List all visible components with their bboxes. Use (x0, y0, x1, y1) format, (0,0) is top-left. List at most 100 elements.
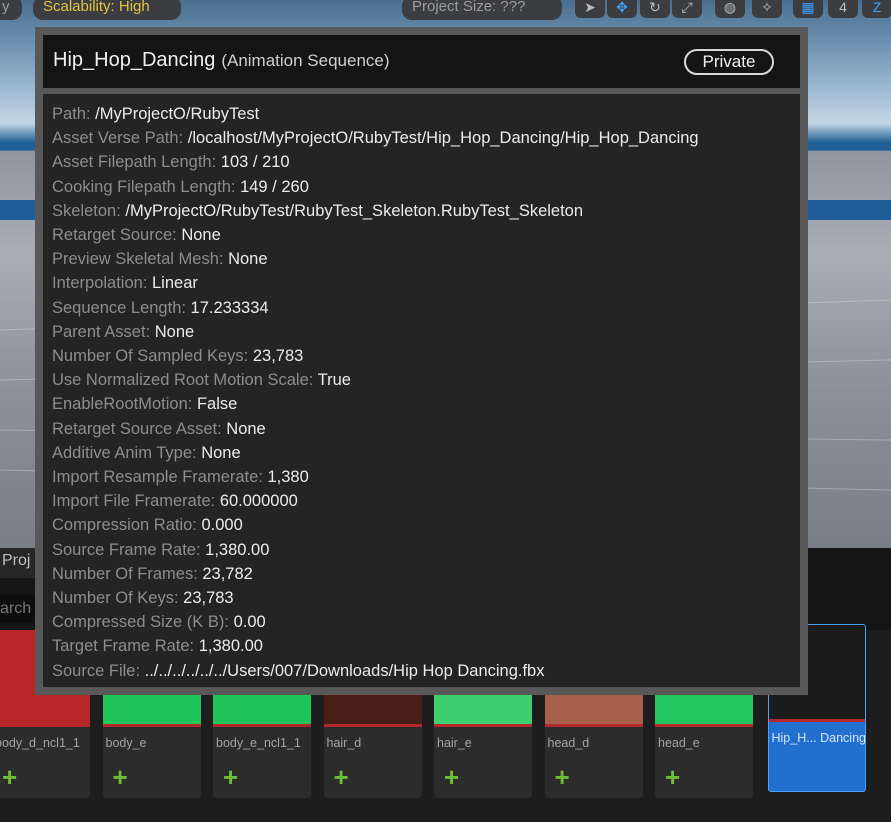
property-label: Source Frame Rate: (52, 540, 201, 559)
property-value: 1,380.00 (205, 540, 270, 559)
toolbar-stub-left[interactable]: y (0, 0, 22, 20)
rotate-mode-icon[interactable]: ↻ (640, 0, 670, 18)
property-value: None (154, 322, 195, 341)
scale-mode-icon[interactable]: ⤢ (672, 0, 702, 18)
asset-name: Hip_Hop_Dancing (53, 49, 216, 71)
add-asset-icon[interactable]: + (113, 764, 128, 790)
asset-name-label: body_e (105, 736, 147, 750)
property-value: 0.000 (201, 516, 243, 535)
asset-type-stripe (544, 724, 643, 727)
property-row: Path: /MyProjectO/RubyTest (52, 103, 259, 125)
property-label: Import File Framerate: (52, 492, 216, 511)
property-row: Asset Verse Path: /localhost/MyProjectO/… (52, 127, 699, 149)
property-label: EnableRootMotion: (52, 395, 193, 414)
property-label: Number Of Sampled Keys: (52, 347, 249, 365)
project-size-button[interactable]: Project Size: ??? (402, 0, 562, 20)
asset-type-stripe (434, 724, 532, 727)
add-asset-icon[interactable]: + (555, 764, 570, 790)
property-label: Retarget Source: (52, 226, 177, 244)
property-row: Preview Skeletal Mesh: None (52, 248, 268, 270)
asset-name-label: Hip_H... Dancing (771, 731, 866, 745)
asset-name-label: hair_d (326, 736, 362, 750)
property-row: Use Normalized Root Motion Scale: True (52, 369, 351, 391)
asset-name-label: hair_e (437, 736, 472, 750)
property-row: Asset Filepath Length: 103 / 210 (52, 151, 290, 173)
world-space-icon[interactable]: ◍ (715, 0, 745, 18)
select-mode-icon[interactable]: ➤ (575, 0, 605, 18)
asset-type-stripe (0, 724, 90, 727)
property-row: Skeleton: /MyProjectO/RubyTest/RubyTest_… (52, 200, 583, 222)
add-asset-icon[interactable]: + (2, 764, 17, 790)
property-label: Asset Filepath Length: (52, 153, 217, 172)
add-asset-icon[interactable]: + (665, 764, 680, 790)
property-row: Compressed Size (K B): 0.00 (52, 611, 266, 633)
toolbar-stub-right[interactable]: Z (862, 0, 891, 18)
property-value: 23,783 (183, 589, 234, 607)
property-row: Additive Anim Type: None (52, 442, 241, 464)
property-label: Number Of Frames: (52, 564, 198, 583)
scalability-button[interactable]: Scalability: High (33, 0, 181, 20)
property-value: 60.000000 (219, 492, 298, 511)
grid-size-value[interactable]: 4 (828, 0, 858, 18)
asset-type-stripe (323, 724, 422, 727)
property-label: Asset Verse Path: (52, 129, 184, 148)
property-value: 149 / 260 (240, 177, 309, 196)
add-asset-icon[interactable]: + (444, 764, 459, 790)
property-label: Additive Anim Type: (52, 443, 197, 462)
property-label: Target Frame Rate: (52, 637, 195, 656)
tooltip-properties: Path: /MyProjectO/RubyTest Asset Verse Pa… (43, 94, 800, 687)
property-label: Skeleton: (52, 201, 121, 220)
grid-snap-icon[interactable]: ▦ (793, 0, 823, 18)
asset-name-label: body_d_ncl1_1 (0, 736, 80, 750)
property-value: 1,380 (267, 468, 309, 486)
property-value: ../../../../../../Users/007/Downloads/Hi… (144, 661, 545, 680)
property-row: Source File: ../../../../../../Users/007… (52, 660, 544, 682)
property-label: Preview Skeletal Mesh: (52, 250, 224, 269)
property-value: None (226, 419, 266, 438)
property-label: Number Of Keys: (52, 589, 179, 607)
asset-name-label: body_e_ncl1_1 (216, 736, 301, 750)
property-label: Sequence Length: (52, 298, 186, 317)
property-label: Compression Ratio: (52, 516, 197, 535)
property-row: Target Frame Rate: 1,380.00 (52, 635, 263, 657)
asset-type-stripe (213, 724, 311, 727)
asset-name-label: head_e (658, 736, 700, 750)
property-row: Interpolation: Linear (52, 272, 198, 294)
asset-type-stripe (768, 719, 865, 722)
property-label: Use Normalized Root Motion Scale: (52, 371, 314, 390)
asset-type: (Animation Sequence) (221, 51, 390, 70)
search-input[interactable]: arch (0, 595, 36, 623)
property-row: Import Resample Framerate: 1,380 (52, 466, 309, 488)
property-value: 23,783 (252, 347, 304, 365)
property-row: Number Of Frames: 23,782 (52, 563, 253, 585)
property-value: None (181, 226, 221, 244)
property-value: Linear (152, 274, 198, 293)
add-asset-icon[interactable]: + (334, 764, 349, 790)
translate-mode-icon[interactable]: ✥ (607, 0, 637, 18)
surface-snap-icon[interactable]: ✧ (752, 0, 782, 18)
property-label: Interpolation: (52, 274, 148, 293)
property-label: Compressed Size (K B): (52, 613, 229, 632)
asset-name-label: head_d (547, 736, 590, 750)
property-value: 1,380.00 (198, 637, 263, 656)
property-value: 0.00 (233, 613, 266, 632)
asset-tooltip: Hip_Hop_Dancing (Animation Sequence) Priv… (35, 27, 808, 695)
property-label: Cooking Filepath Length: (52, 177, 236, 196)
property-value: /MyProjectO/RubyTest/RubyTest_Skeleton.R… (125, 201, 584, 220)
property-label: Retarget Source Asset: (52, 419, 222, 438)
property-value: False (196, 395, 238, 414)
property-label: Import Resample Framerate: (52, 468, 263, 486)
viewport-toolbar: y Scalability: High Project Size: ??? ➤ … (0, 0, 891, 22)
property-row: EnableRootMotion: False (52, 393, 237, 415)
property-value: 103 / 210 (220, 153, 290, 172)
private-badge: Private (684, 49, 774, 75)
property-row: Cooking Filepath Length: 149 / 260 (52, 176, 309, 198)
asset-title: Hip_Hop_Dancing (Animation Sequence) (53, 49, 390, 72)
property-label: Source File: (52, 661, 141, 680)
property-value: None (201, 443, 241, 462)
add-asset-icon[interactable]: + (223, 764, 238, 790)
property-row: Compression Ratio: 0.000 (52, 514, 243, 536)
property-row: Source Frame Rate: 1,380.00 (52, 539, 269, 561)
asset-type-stripe (655, 724, 753, 727)
property-row: Retarget Source: None (52, 224, 221, 246)
